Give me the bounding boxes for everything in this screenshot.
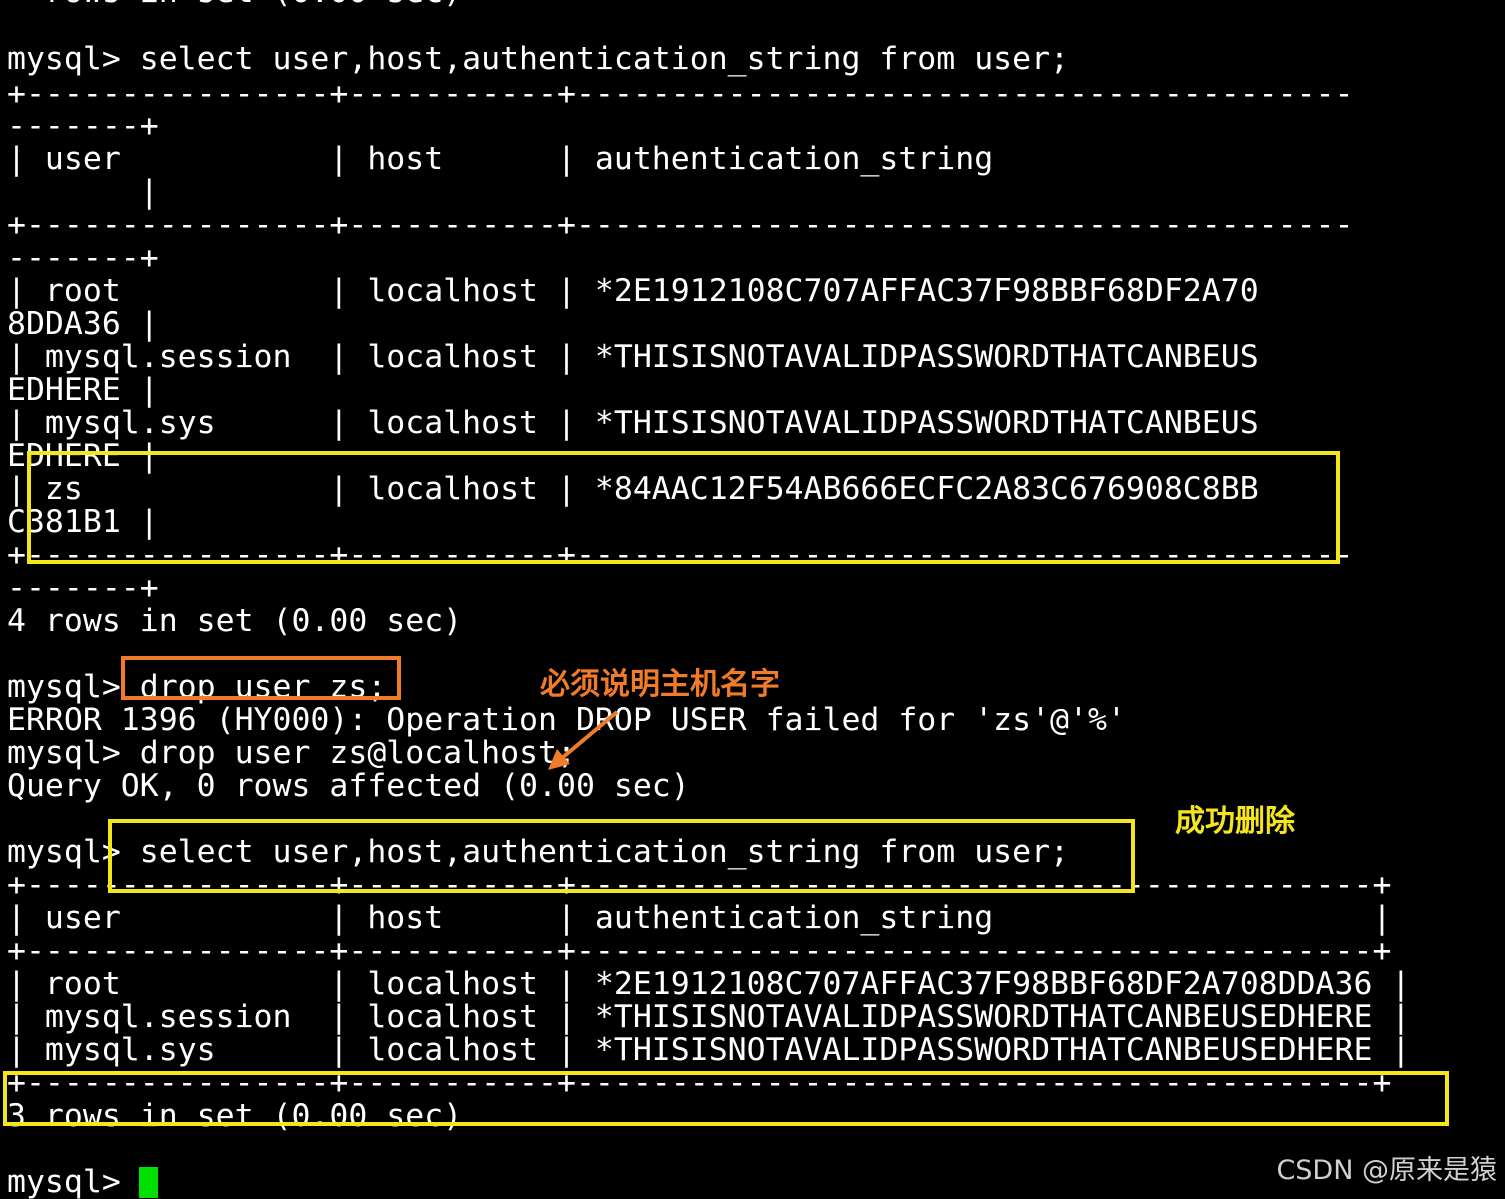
terminal-line: 4 rows in set (0.00 sec) — [7, 603, 463, 639]
terminal-line: -------+ — [7, 240, 159, 276]
zs-row-highlight-box — [27, 451, 1340, 564]
terminal-line: mysql> select user,host,authentication_s… — [7, 41, 1070, 77]
terminal-line: | user | host | authentication_string | — [7, 900, 1392, 936]
terminal-window[interactable]: rows in set (0.00 sec) mysql> select use… — [0, 0, 1505, 1199]
command-prompt: mysql> — [7, 1164, 140, 1199]
terminal-line: | root | localhost | *2E1912108C707AFFAC… — [7, 966, 1411, 1002]
terminal-line: rows in set (0.00 sec) — [7, 0, 462, 9]
terminal-line: 8DDA36 | — [7, 306, 159, 342]
terminal-line: | — [7, 174, 159, 210]
terminal-line: mysql> drop user zs@localhost; — [7, 735, 576, 771]
watermark: CSDN @原来是猿 — [1276, 1155, 1497, 1186]
terminal-line: | mysql.sys | localhost | *THISISNOTAVAL… — [7, 1032, 1411, 1068]
terminal-line: -------+ — [7, 108, 159, 144]
drop-user-command-box — [121, 656, 401, 700]
terminal-line: Query OK, 0 rows affected (0.00 sec) — [7, 768, 690, 804]
row-count-highlight-box — [3, 1071, 1449, 1126]
terminal-line: | mysql.sys | localhost | *THISISNOTAVAL… — [7, 405, 1259, 441]
deleted-success-note: 成功删除 — [1175, 804, 1295, 839]
select-query-highlight-box — [108, 819, 1135, 893]
host-required-note: 必须说明主机名字 — [540, 667, 780, 702]
terminal-line: -------+ — [7, 570, 159, 606]
terminal-line: +----------------+-----------+----------… — [7, 933, 1392, 969]
terminal-line: +----------------+-----------+----------… — [7, 76, 1354, 112]
terminal-line: | root | localhost | *2E1912108C707AFFAC… — [7, 273, 1259, 309]
terminal-line: EDHERE | — [7, 372, 159, 408]
terminal-line: +----------------+-----------+----------… — [7, 207, 1354, 243]
terminal-line: ERROR 1396 (HY000): Operation DROP USER … — [7, 702, 1126, 738]
terminal-line: | user | host | authentication_string — [7, 141, 994, 177]
terminal-line: | mysql.session | localhost | *THISISNOT… — [7, 339, 1259, 375]
terminal-cursor[interactable] — [139, 1167, 158, 1198]
terminal-line: | mysql.session | localhost | *THISISNOT… — [7, 999, 1411, 1035]
